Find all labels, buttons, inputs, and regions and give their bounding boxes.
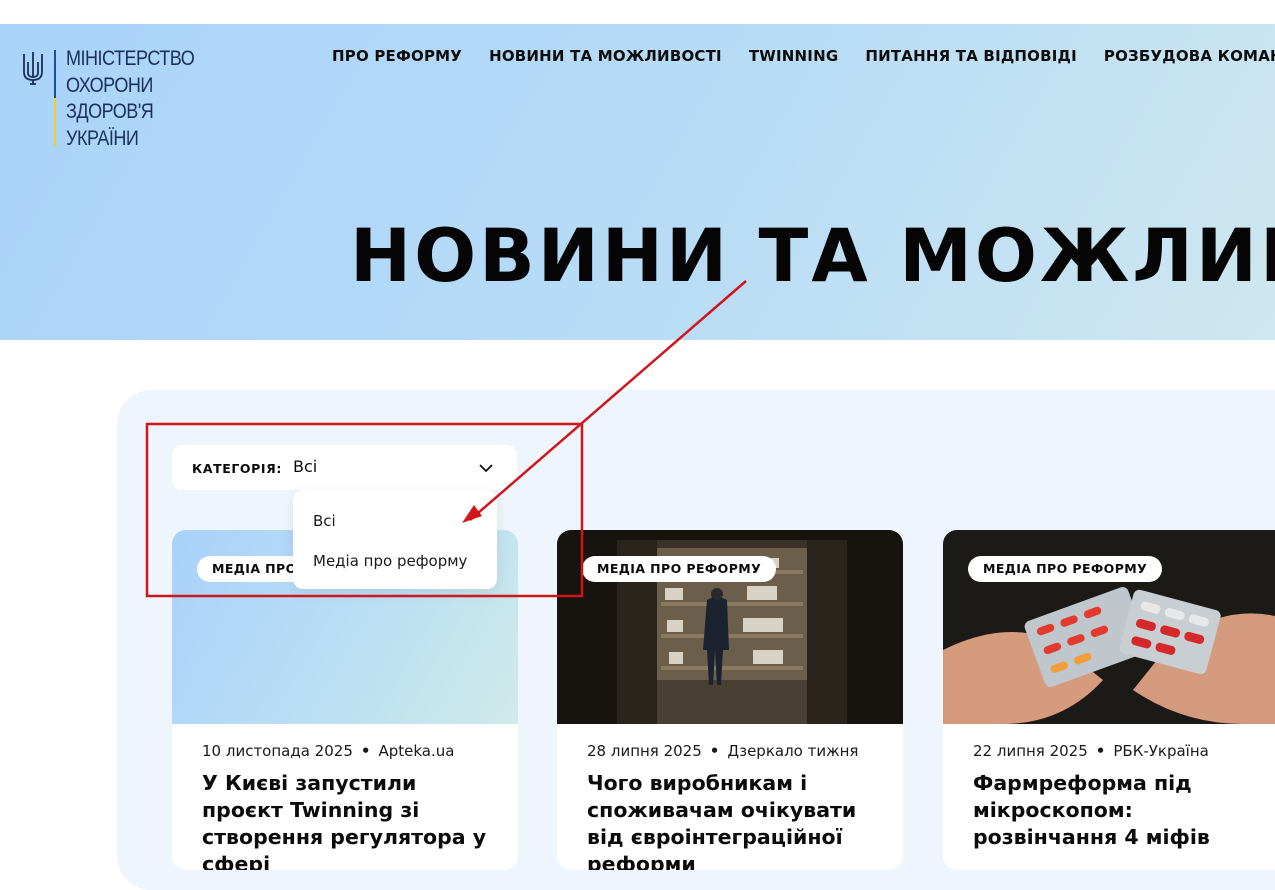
news-card[interactable]: МЕДІА ПРО РЕФОРМУ 22 липня 2025 • РБК-Укра… [943, 530, 1275, 870]
main-nav: ПРО РЕФОРМУ НОВИНИ ТА МОЖЛИВОСТІ TWINNING П… [332, 46, 1275, 65]
logo-line: МІНІСТЕРСТВО [66, 47, 195, 70]
logo-line: УКРАЇНИ [66, 126, 139, 150]
logo-divider-blue [54, 50, 56, 98]
nav-team[interactable]: РОЗБУДОВА КОМАНДИ [1104, 47, 1275, 65]
card-date: 22 липня 2025 [973, 742, 1088, 760]
logo-line: ОХОРОНИ [66, 73, 153, 97]
logo-line: ЗДОРОВ'Я [66, 100, 154, 123]
card-source[interactable]: РБК-Україна [1113, 742, 1208, 760]
card-title[interactable]: У Києві запустили проєкт Twinning зі ств… [202, 770, 502, 870]
news-card[interactable]: МЕДІА ПРО РЕФОРМУ 28 липня 2025 • Дзеркало… [557, 530, 903, 870]
category-select[interactable]: КАТЕГОРІЯ: Всі [172, 445, 517, 490]
card-meta: 10 листопада 2025 • Apteka.ua [202, 742, 454, 760]
nav-about-reform[interactable]: ПРО РЕФОРМУ [332, 47, 462, 65]
nav-news[interactable]: НОВИНИ ТА МОЖЛИВОСТІ [489, 47, 722, 65]
card-title[interactable]: Чого виробникам і споживачам очікувати в… [587, 770, 887, 870]
card-meta: 28 липня 2025 • Дзеркало тижня [587, 742, 858, 760]
logo-text: МІНІСТЕРСТВО ОХОРОНИ ЗДОРОВ'Я УКРАЇНИ [66, 46, 195, 152]
card-meta: 22 липня 2025 • РБК-Україна [973, 742, 1209, 760]
card-source[interactable]: Дзеркало тижня [727, 742, 858, 760]
nav-faq[interactable]: ПИТАННЯ ТА ВІДПОВІДІ [865, 47, 1077, 65]
card-date: 10 листопада 2025 [202, 742, 353, 760]
bullet-separator: • [709, 742, 720, 760]
nav-twinning[interactable]: TWINNING [749, 47, 839, 65]
bullet-separator: • [360, 742, 371, 760]
option-all[interactable]: Всі [313, 512, 336, 530]
bullet-separator: • [1095, 742, 1106, 760]
hero-banner: МІНІСТЕРСТВО ОХОРОНИ ЗДОРОВ'Я УКРАЇНИ ПР… [0, 24, 1275, 340]
card-title[interactable]: Фармреформа під мікроскопом: розвінчання… [973, 770, 1273, 851]
card-date: 28 липня 2025 [587, 742, 702, 760]
page-title: НОВИНИ ТА МОЖЛИВОСТІ [350, 214, 1275, 299]
category-selected-value: Всі [293, 457, 318, 476]
ministry-logo[interactable]: МІНІСТЕРСТВО ОХОРОНИ ЗДОРОВ'Я УКРАЇНИ [20, 46, 195, 150]
logo-divider-yellow [54, 98, 56, 146]
option-media-reform[interactable]: Медіа про реформу [313, 552, 467, 570]
category-badge: МЕДІА ПРО РЕФОРМУ [968, 556, 1163, 582]
card-source[interactable]: Apteka.ua [378, 742, 454, 760]
category-dropdown: Всі Медіа про реформу [293, 490, 497, 589]
trident-icon [23, 52, 43, 85]
category-badge: МЕДІА ПРО РЕФОРМУ [582, 556, 777, 582]
category-label: КАТЕГОРІЯ: [192, 461, 282, 476]
chevron-down-icon [479, 464, 493, 473]
